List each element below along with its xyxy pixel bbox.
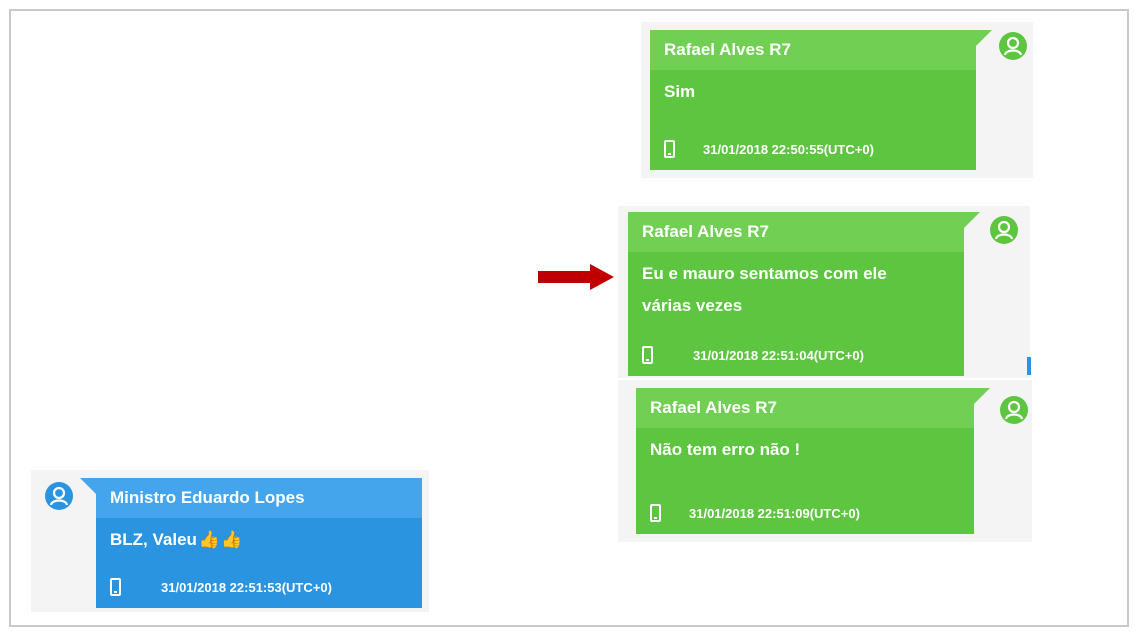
message-text: Sim (664, 82, 696, 101)
red-arrow-icon (538, 264, 614, 290)
user-avatar-icon (999, 32, 1027, 60)
message-text-line: Eu e mauro sentamos com ele (642, 264, 887, 283)
message-timestamp: 31/01/2018 22:51:53(UTC+0) (161, 579, 332, 595)
bubble-tail (964, 212, 980, 228)
message-bubble: Rafael Alves R7 Eu e mauro sentamos com … (628, 212, 980, 376)
bubble-tail (974, 388, 990, 404)
user-avatar-icon (45, 482, 73, 510)
sender-name: Rafael Alves R7 (650, 30, 976, 70)
phone-icon (642, 346, 653, 364)
sender-name: Rafael Alves R7 (628, 212, 964, 252)
phone-icon (664, 140, 675, 158)
message-text: BLZ, Valeu 👍👍 (96, 518, 422, 556)
message-panel: Rafael Alves R7 Eu e mauro sentamos com … (618, 206, 1030, 378)
sender-name: Rafael Alves R7 (636, 388, 974, 428)
bubble-tail (976, 30, 992, 46)
message-text-line: várias vezes (642, 296, 743, 315)
user-avatar-icon (990, 216, 1018, 244)
message-panel: Ministro Eduardo Lopes BLZ, Valeu 👍👍 31/0… (31, 470, 429, 612)
message-panel: Rafael Alves R7 Sim 31/01/2018 22:50:55(… (641, 22, 1033, 178)
phone-icon (650, 504, 661, 522)
sender-name: Ministro Eduardo Lopes (96, 478, 422, 518)
message-timestamp: 31/01/2018 22:51:09(UTC+0) (689, 505, 860, 521)
message-meta: 31/01/2018 22:51:04(UTC+0) (642, 346, 954, 364)
bubble-tail (80, 478, 96, 494)
message-text: Não tem erro não ! (650, 440, 801, 459)
message-panel: Rafael Alves R7 Não tem erro não ! 31/01… (618, 380, 1032, 542)
message-timestamp: 31/01/2018 22:51:04(UTC+0) (693, 347, 864, 363)
message-meta: 31/01/2018 22:51:09(UTC+0) (650, 504, 964, 522)
message-text: Eu e mauro sentamos com ele várias vezes (628, 252, 964, 322)
message-text-content: BLZ, Valeu (110, 530, 197, 549)
message-meta: 31/01/2018 22:51:53(UTC+0) (110, 578, 412, 596)
thumbs-up-icon: 👍👍 (198, 530, 244, 549)
phone-icon (110, 578, 121, 596)
scroll-indicator (1027, 357, 1031, 375)
user-avatar-icon (1000, 396, 1028, 424)
message-bubble: Ministro Eduardo Lopes BLZ, Valeu 👍👍 31/0… (80, 478, 422, 608)
message-timestamp: 31/01/2018 22:50:55(UTC+0) (703, 141, 874, 157)
message-meta: 31/01/2018 22:50:55(UTC+0) (664, 140, 966, 158)
message-bubble: Rafael Alves R7 Sim 31/01/2018 22:50:55(… (650, 30, 992, 170)
message-bubble: Rafael Alves R7 Não tem erro não ! 31/01… (636, 388, 990, 534)
